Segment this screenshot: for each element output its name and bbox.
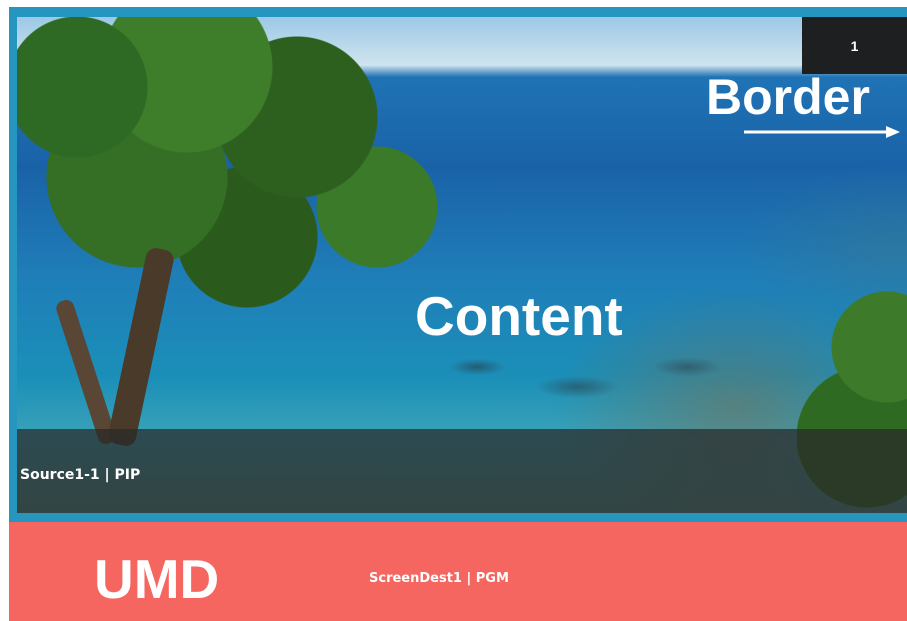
tree-canopy <box>17 17 467 337</box>
umd-bar: UMD ScreenDest1 | PGM <box>9 522 907 621</box>
reef-shallows <box>437 337 767 427</box>
screen-dest-label: ScreenDest1 | PGM <box>369 571 509 586</box>
source-label: Source1-1 | PIP <box>20 467 141 483</box>
content-annotation: Content <box>415 285 623 347</box>
source-label-bar: Source1-1 | PIP <box>17 429 907 513</box>
border-annotation: Border <box>706 69 870 125</box>
umd-annotation: UMD <box>94 548 220 610</box>
arrow-right-icon <box>744 126 900 138</box>
window-number-badge: 1 <box>802 17 907 74</box>
